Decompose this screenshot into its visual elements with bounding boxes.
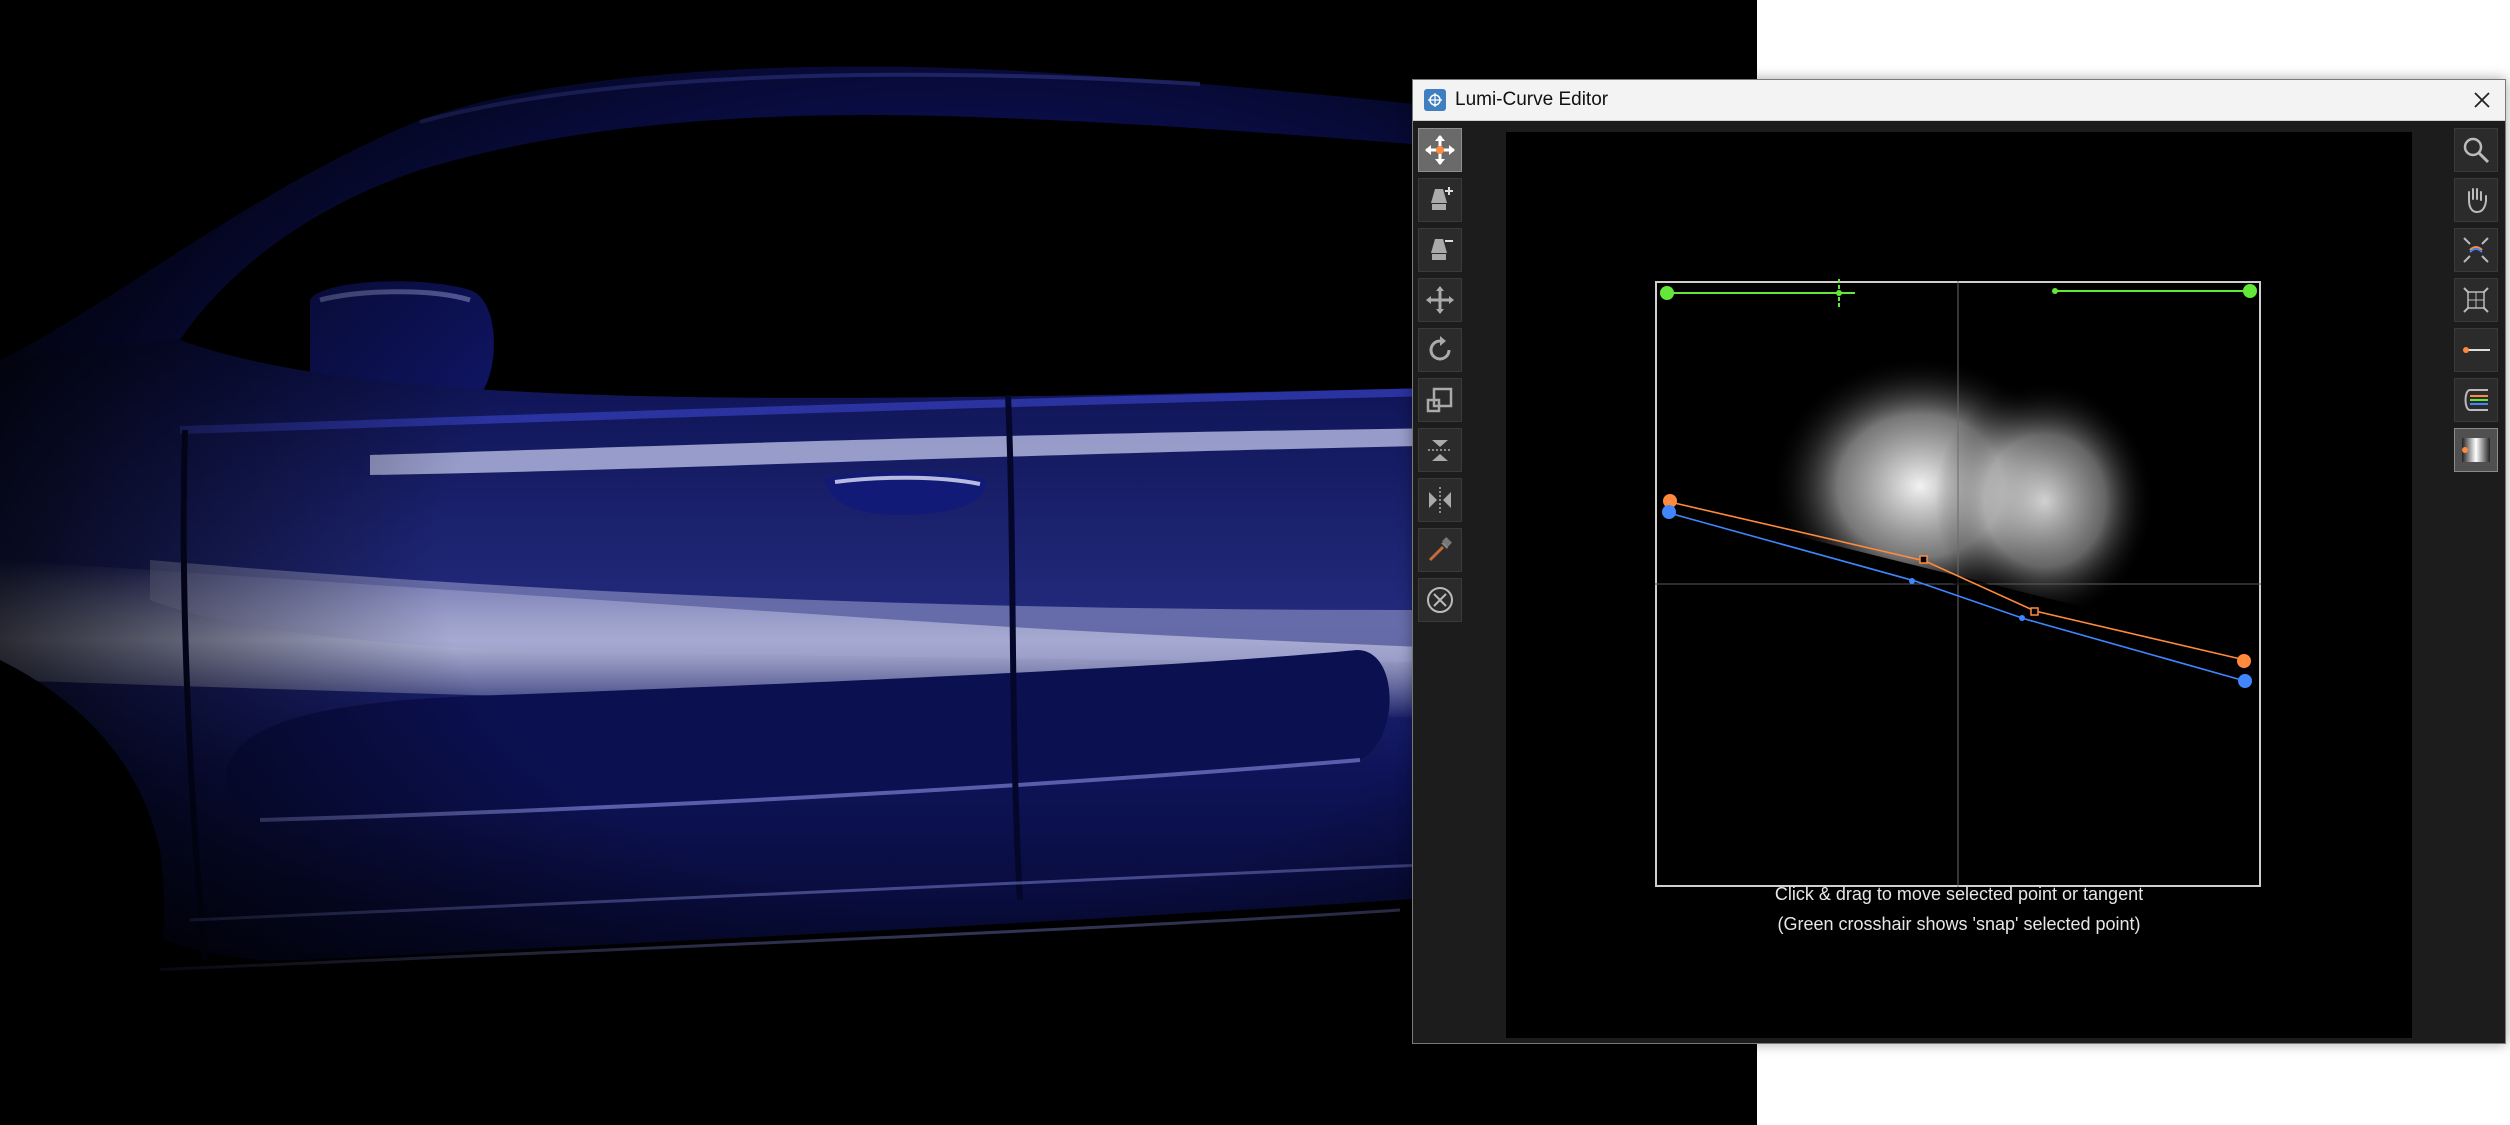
green-point-right[interactable] — [2243, 284, 2257, 298]
frame-all-tool[interactable] — [2454, 278, 2498, 322]
right-toolbar — [2452, 128, 2500, 548]
green-tangent-handle[interactable] — [2052, 288, 2058, 294]
flip-vertical-icon — [1428, 440, 1452, 461]
orange-point-end[interactable] — [2237, 654, 2251, 668]
close-icon — [2474, 92, 2490, 108]
left-toolbar — [1416, 128, 1462, 698]
hint-line-1: Click & drag to move selected point or t… — [1774, 884, 2144, 904]
frame-grid-icon — [2463, 287, 2489, 313]
orange-tangent-handle-right[interactable] — [2030, 607, 2039, 616]
mirror-horizontal-icon — [1429, 487, 1451, 513]
flip-vertical-tool[interactable] — [1418, 428, 1462, 472]
eyedropper-icon — [1428, 537, 1452, 562]
scale-box-icon — [1426, 387, 1453, 413]
rotate-icon — [1429, 336, 1451, 361]
close-button[interactable] — [2465, 83, 2499, 117]
add-point-tool[interactable] — [1418, 178, 1462, 222]
curve-line-icon — [2463, 347, 2490, 353]
eyedropper-tool[interactable] — [1418, 528, 1462, 572]
reset-tool[interactable] — [1418, 578, 1462, 622]
blue-point-end[interactable] — [2238, 674, 2252, 688]
snap-crosshair — [1836, 279, 1855, 307]
scale-tool[interactable] — [1418, 378, 1462, 422]
zoom-tool[interactable] — [2454, 128, 2498, 172]
falloff-preview-icon — [2462, 438, 2490, 462]
falloff-preview-tool[interactable] — [2454, 428, 2498, 472]
fit-arrows-icon — [2463, 237, 2489, 263]
move-arrows-icon — [1425, 135, 1455, 165]
circle-x-icon — [1427, 587, 1453, 613]
hint-line-2: (Green crosshair shows 'snap' selected p… — [1777, 914, 2141, 934]
window-title: Lumi-Curve Editor — [1455, 89, 1609, 110]
move-all-tool[interactable] — [1418, 278, 1462, 322]
pen-minus-icon — [1431, 239, 1453, 260]
remove-point-tool[interactable] — [1418, 228, 1462, 272]
orange-tangent-handle-left[interactable] — [1919, 555, 1928, 564]
mirror-horizontal-tool[interactable] — [1418, 478, 1462, 522]
title-bar[interactable]: Lumi-Curve Editor — [1413, 80, 2505, 121]
hand-icon — [2468, 188, 2487, 214]
green-point-left[interactable] — [1660, 286, 1674, 300]
gradient-lines-tool[interactable] — [2454, 378, 2498, 422]
show-curve-tool[interactable] — [2454, 328, 2498, 372]
curve-graph[interactable] — [1655, 279, 2261, 887]
curve-plot[interactable] — [1655, 279, 2261, 887]
blue-point-start[interactable] — [1662, 505, 1676, 519]
move-point-tool[interactable] — [1418, 128, 1462, 172]
gradient-lines-icon — [2464, 389, 2488, 411]
magnifier-icon — [2463, 137, 2490, 164]
curve-canvas[interactable]: Click & drag to move selected point or t… — [1506, 132, 2412, 1038]
blue-tangent-handle-right[interactable] — [2019, 615, 2025, 621]
fit-view-tool[interactable] — [2454, 228, 2498, 272]
lumi-curve-app-icon — [1424, 89, 1446, 111]
pen-plus-icon — [1431, 187, 1453, 210]
rotate-tool[interactable] — [1418, 328, 1462, 372]
pan-tool[interactable] — [2454, 178, 2498, 222]
lumi-curve-editor-window: Lumi-Curve Editor Click & drag to move s… — [1412, 79, 2506, 1044]
move-cross-icon — [1426, 286, 1454, 314]
blue-tangent-handle-left[interactable] — [1909, 578, 1915, 584]
